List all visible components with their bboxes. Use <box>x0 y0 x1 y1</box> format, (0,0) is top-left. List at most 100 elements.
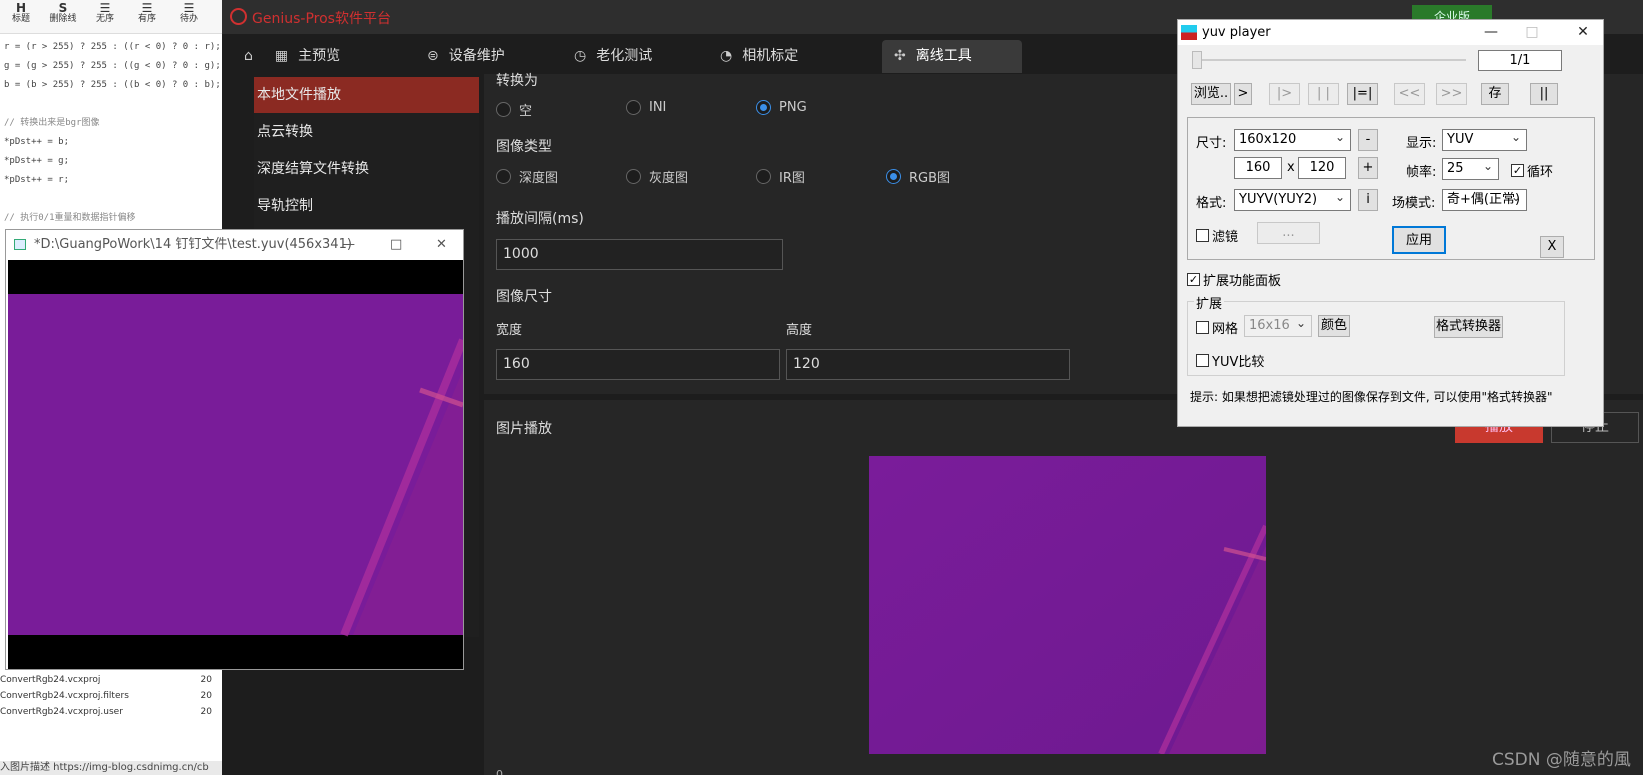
toolbar-label: 待办 <box>179 14 198 24</box>
grid-size-select: 16x16 <box>1244 313 1312 337</box>
radio-label: IR图 <box>779 171 805 186</box>
radio-dot <box>626 169 641 184</box>
radio-type-depth[interactable]: 深度图 <box>496 167 558 186</box>
loop-checkbox[interactable]: ✓ 循环 <box>1511 161 1553 180</box>
yuv-compare-checkbox[interactable]: YUV比较 <box>1196 351 1264 370</box>
editor-toolbar-button[interactable]: H 标题 <box>0 0 42 33</box>
editor-toolbar-button[interactable]: ☰ 无序 <box>84 0 126 33</box>
grid-checkbox[interactable]: 网格 <box>1196 318 1238 337</box>
height-input[interactable]: 120 <box>1298 157 1346 179</box>
info-button[interactable]: i <box>1358 189 1378 211</box>
file-num: 20 <box>200 707 212 717</box>
maximize-icon[interactable]: □ <box>390 230 402 260</box>
seek-handle[interactable] <box>1192 51 1202 69</box>
radio-label: 深度图 <box>519 171 559 186</box>
tab-offline-tools[interactable]: ✣ 离线工具 <box>882 40 1022 73</box>
radio-dot <box>886 169 901 184</box>
clock-icon: ◷ <box>574 48 587 64</box>
editor-toolbar-button[interactable]: ☰ 待办 <box>168 0 210 33</box>
width-input[interactable]: 160 <box>496 349 780 380</box>
extend-panel-checkbox[interactable]: ✓ 扩展功能面板 <box>1187 270 1281 289</box>
file-item[interactable]: ConvertRgb24.vcxproj 20 <box>0 672 222 688</box>
tab-calibration[interactable]: ◔ 相机标定 <box>708 40 810 73</box>
file-item[interactable]: ConvertRgb24.vcxproj.user 20 <box>0 704 222 720</box>
code-line: *pDst++ = g; <box>4 156 70 166</box>
radio-label: 灰度图 <box>649 171 689 186</box>
radio-label: RGB图 <box>909 171 951 186</box>
size-label: 尺寸: <box>1196 136 1227 151</box>
size-select[interactable]: 160x120 <box>1234 127 1351 151</box>
tab-label: 相机标定 <box>742 48 799 64</box>
radio-dot <box>496 169 511 184</box>
save-button[interactable]: 存 <box>1481 83 1509 105</box>
app-title: Genius-Pros软件平台 <box>252 11 391 27</box>
field-mode-select[interactable]: 奇+偶(正常) <box>1442 187 1527 211</box>
code-area: r = (r > 255) ? 255 : ((r < 0) ? 0 : r);… <box>4 38 222 228</box>
close-settings-button[interactable]: X <box>1540 236 1564 258</box>
sidebar-item-rail[interactable]: 导轨控制 <box>254 188 479 224</box>
code-line: r = (r > 255) ? 255 : ((r < 0) ? 0 : r); <box>4 42 221 52</box>
color-button[interactable]: 颜色 <box>1318 315 1350 337</box>
tab-aging[interactable]: ◷ 老化测试 <box>562 40 664 73</box>
seek-track[interactable] <box>1196 59 1466 61</box>
viewer-title: *D:\GuangPoWork\14 钉钉文件\test.yuv(456x341… <box>34 237 352 252</box>
wrench-icon: ⊜ <box>427 48 439 64</box>
file-name: ConvertRgb24.vcxproj <box>0 675 101 685</box>
extend-group-label: 扩展 <box>1194 293 1225 312</box>
check-icon: ✓ <box>1511 164 1524 177</box>
sidebar-item-local-play[interactable]: 本地文件播放 <box>254 77 479 113</box>
format-select[interactable]: YUYV(YUY2) <box>1234 187 1351 211</box>
viewer-titlebar: *D:\GuangPoWork\14 钉钉文件\test.yuv(456x341… <box>6 230 463 260</box>
sidebar-item-pointcloud[interactable]: 点云转换 <box>254 114 479 150</box>
editor-toolbar-button[interactable]: S 删除线 <box>42 0 84 33</box>
close-icon[interactable]: ✕ <box>436 230 447 260</box>
file-name: ConvertRgb24.vcxproj.user <box>0 707 123 717</box>
interval-input[interactable]: 1000 <box>496 239 783 270</box>
filter-checkbox[interactable]: 滤镜 <box>1196 226 1238 245</box>
interval-label: 播放间隔(ms) <box>496 211 584 227</box>
toolbar-icon: H <box>15 1 27 15</box>
close-icon[interactable]: ✕ <box>1566 20 1600 45</box>
tab-device[interactable]: ⊜ 设备维护 <box>415 40 517 73</box>
radio-type-rgb[interactable]: RGB图 <box>886 167 950 186</box>
check-icon: ✓ <box>1187 273 1200 286</box>
dialog-title: yuv player <box>1202 25 1271 40</box>
browse-button[interactable]: 浏览.. <box>1191 83 1231 105</box>
radio-convert-ini[interactable]: INI <box>626 100 666 115</box>
pause-button[interactable]: || <box>1530 83 1558 105</box>
minus-button[interactable]: - <box>1358 129 1378 151</box>
file-list: ConvertRgb24.vcxproj 20 ConvertRgb24.vcxpr… <box>0 672 222 720</box>
logo-icon <box>230 8 247 25</box>
radio-convert-none[interactable]: 空 <box>496 100 532 119</box>
tab-home[interactable]: ⌂ ▦ 主预览 <box>232 40 352 73</box>
display-select[interactable]: YUV <box>1442 127 1527 151</box>
format-converter-button[interactable]: 格式转换器 <box>1434 316 1503 338</box>
plus-button[interactable]: + <box>1358 157 1378 179</box>
tools-icon: ✣ <box>894 48 906 64</box>
minimize-icon[interactable]: — <box>342 230 355 260</box>
yuv-player-dialog: yuv player — □ ✕ 1/1 浏览.. > |> | | |=| <… <box>1177 19 1604 427</box>
radio-type-ir[interactable]: IR图 <box>756 167 805 186</box>
checkbox-box <box>1196 229 1209 242</box>
convert-label: 转换为 <box>496 73 538 89</box>
step-button: |> <box>1269 83 1300 105</box>
width-input[interactable]: 160 <box>1234 157 1282 179</box>
height-input[interactable]: 120 <box>786 349 1070 380</box>
fps-label: 帧率: <box>1406 165 1437 180</box>
radio-type-gray[interactable]: 灰度图 <box>626 167 688 186</box>
fit-button[interactable]: |=| <box>1347 83 1378 105</box>
editor-toolbar-button[interactable]: ☰ 有序 <box>126 0 168 33</box>
watermark: CSDN @随意的風 <box>1492 750 1631 770</box>
apply-button[interactable]: 应用 <box>1392 226 1446 254</box>
frame-index: 0 <box>496 768 503 775</box>
sidebar-item-depth-convert[interactable]: 深度结算文件转换 <box>254 151 479 187</box>
play-next-button[interactable]: > <box>1234 83 1252 105</box>
minimize-icon[interactable]: — <box>1474 20 1508 45</box>
checkbox-label: 循环 <box>1527 165 1554 180</box>
radio-convert-png[interactable]: PNG <box>756 100 807 115</box>
radio-label: INI <box>649 100 667 115</box>
fps-select[interactable]: 25 <box>1442 156 1499 180</box>
file-item[interactable]: ConvertRgb24.vcxproj.filters 20 <box>0 688 222 704</box>
file-num: 20 <box>200 675 212 685</box>
